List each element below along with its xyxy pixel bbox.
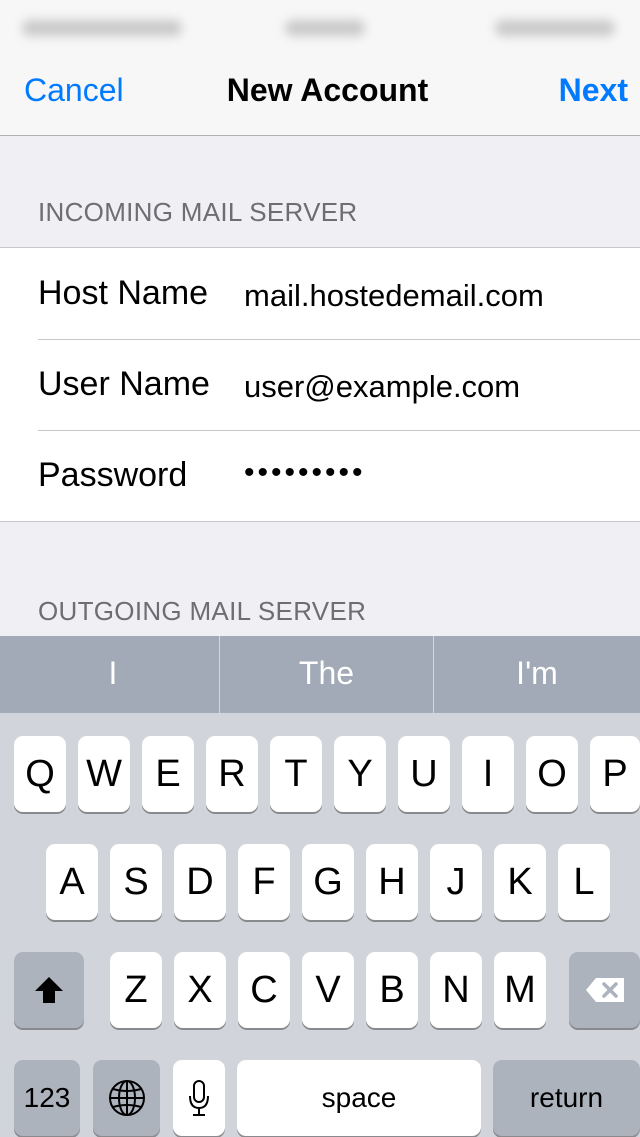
numbers-key[interactable]: 123 xyxy=(14,1060,80,1136)
status-carrier-blur xyxy=(22,20,182,36)
password-row[interactable]: Password ••••••••• xyxy=(0,430,640,521)
user-name-row[interactable]: User Name user@example.com xyxy=(0,339,640,430)
key-h[interactable]: H xyxy=(366,844,418,920)
next-button[interactable]: Next xyxy=(559,72,628,109)
key-m[interactable]: M xyxy=(494,952,546,1028)
user-name-field[interactable]: user@example.com xyxy=(244,369,520,405)
incoming-section-header: INCOMING MAIL SERVER xyxy=(38,197,358,227)
globe-key[interactable] xyxy=(93,1060,160,1136)
key-r[interactable]: R xyxy=(206,736,258,812)
shift-icon xyxy=(35,977,63,1003)
key-c[interactable]: C xyxy=(238,952,290,1028)
key-n[interactable]: N xyxy=(430,952,482,1028)
key-b[interactable]: B xyxy=(366,952,418,1028)
microphone-key[interactable] xyxy=(173,1060,225,1136)
space-key[interactable]: space xyxy=(237,1060,481,1136)
host-name-label: Host Name xyxy=(38,274,209,312)
host-name-row[interactable]: Host Name mail.hostedemail.com xyxy=(0,248,640,339)
key-l[interactable]: L xyxy=(558,844,610,920)
key-q[interactable]: Q xyxy=(14,736,66,812)
suggestion-bar: I The I'm xyxy=(0,636,640,713)
key-j[interactable]: J xyxy=(430,844,482,920)
password-field[interactable]: ••••••••• xyxy=(244,456,366,490)
delete-key[interactable] xyxy=(569,952,640,1028)
host-name-field[interactable]: mail.hostedemail.com xyxy=(244,278,544,314)
delete-icon xyxy=(585,978,624,1002)
key-e[interactable]: E xyxy=(142,736,194,812)
key-t[interactable]: T xyxy=(270,736,322,812)
key-z[interactable]: Z xyxy=(110,952,162,1028)
key-x[interactable]: X xyxy=(174,952,226,1028)
navigation-bar: Cancel New Account Next xyxy=(0,50,640,136)
user-name-label: User Name xyxy=(38,365,210,403)
key-f[interactable]: F xyxy=(238,844,290,920)
return-key[interactable]: return xyxy=(493,1060,640,1136)
key-a[interactable]: A xyxy=(46,844,98,920)
shift-key[interactable] xyxy=(14,952,84,1028)
microphone-icon xyxy=(189,1080,209,1116)
status-time-blur xyxy=(285,20,365,36)
status-battery-blur xyxy=(495,20,615,36)
key-d[interactable]: D xyxy=(174,844,226,920)
incoming-server-form: Host Name mail.hostedemail.com User Name… xyxy=(0,247,640,522)
status-bar xyxy=(0,0,640,50)
key-y[interactable]: Y xyxy=(334,736,386,812)
key-p[interactable]: P xyxy=(590,736,640,812)
keyboard: I The I'm Q W E R T Y U I O P A S D F G … xyxy=(0,636,640,1137)
suggestion-item[interactable]: I'm xyxy=(434,636,640,713)
page-title: New Account xyxy=(226,72,429,108)
key-u[interactable]: U xyxy=(398,736,450,812)
key-o[interactable]: O xyxy=(526,736,578,812)
outgoing-section-header: OUTGOING MAIL SERVER xyxy=(38,596,367,626)
key-v[interactable]: V xyxy=(302,952,354,1028)
key-g[interactable]: G xyxy=(302,844,354,920)
suggestion-item[interactable]: I xyxy=(7,636,219,713)
key-w[interactable]: W xyxy=(78,736,130,812)
key-s[interactable]: S xyxy=(110,844,162,920)
key-i[interactable]: I xyxy=(462,736,514,812)
globe-icon xyxy=(108,1080,145,1116)
key-k[interactable]: K xyxy=(494,844,546,920)
suggestion-item[interactable]: The xyxy=(220,636,433,713)
password-label: Password xyxy=(38,456,188,494)
